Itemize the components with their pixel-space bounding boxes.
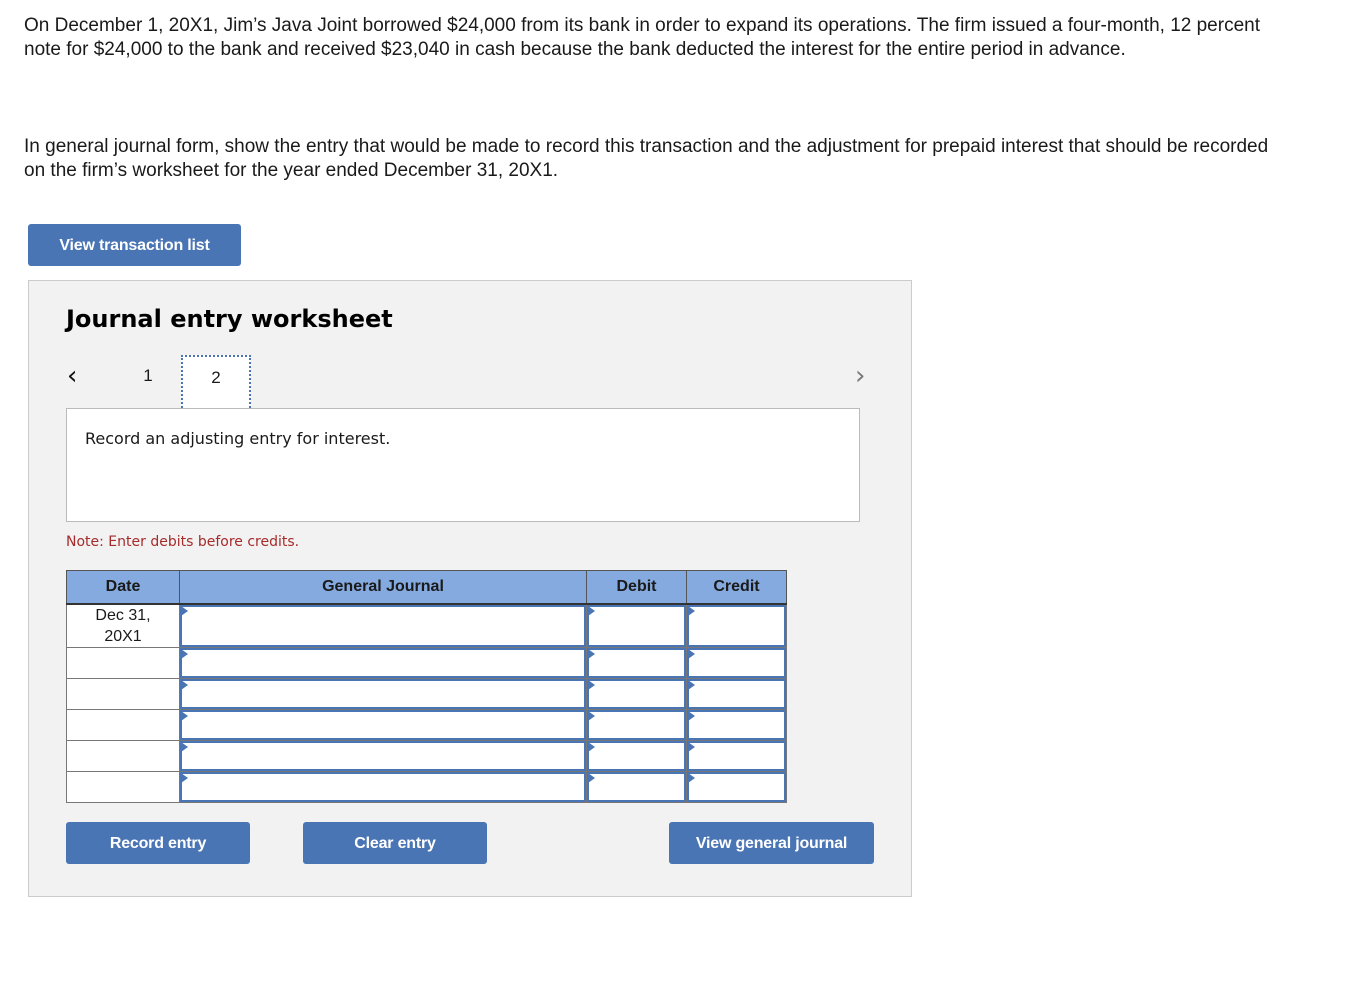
view-transaction-list-button[interactable]: View transaction list: [28, 224, 241, 266]
account-dropdown[interactable]: [180, 709, 586, 740]
note-text: Note: Enter debits before credits.: [66, 534, 300, 550]
date-cell: [66, 677, 180, 710]
tab-entry-2[interactable]: 2: [181, 355, 251, 411]
debit-input[interactable]: [587, 740, 686, 771]
chevron-right-icon[interactable]: ›: [855, 361, 865, 391]
instruction-text: Record an adjusting entry for interest.: [85, 429, 391, 448]
header-debit: Debit: [586, 570, 687, 605]
tab-entry-1[interactable]: 1: [133, 355, 163, 411]
date-cell: [66, 739, 180, 772]
credit-input[interactable]: [687, 678, 786, 709]
problem-paragraph-1: On December 1, 20X1, Jim’s Java Joint bo…: [24, 15, 1260, 60]
clear-entry-button[interactable]: Clear entry: [303, 822, 487, 864]
date-cell: Dec 31, 20X1: [66, 603, 180, 648]
account-dropdown[interactable]: [180, 604, 586, 647]
credit-input[interactable]: [687, 740, 786, 771]
header-general-journal: General Journal: [179, 570, 587, 605]
header-date: Date: [66, 570, 180, 605]
date-cell: [66, 646, 180, 679]
account-dropdown[interactable]: [180, 678, 586, 709]
debit-input[interactable]: [587, 604, 686, 647]
account-dropdown[interactable]: [180, 740, 586, 771]
credit-input[interactable]: [687, 647, 786, 678]
credit-input[interactable]: [687, 709, 786, 740]
journal-table: Date General Journal Debit Credit Dec 31…: [66, 570, 787, 803]
instruction-box: Record an adjusting entry for interest.: [66, 408, 860, 522]
record-entry-button[interactable]: Record entry: [66, 822, 250, 864]
date-cell: [66, 708, 180, 741]
credit-input[interactable]: [687, 771, 786, 802]
debit-input[interactable]: [587, 678, 686, 709]
table-row: [66, 708, 787, 741]
account-dropdown[interactable]: [180, 771, 586, 802]
debit-input[interactable]: [587, 647, 686, 678]
view-general-journal-button[interactable]: View general journal: [669, 822, 874, 864]
table-row: [66, 770, 787, 803]
chevron-left-icon[interactable]: ‹: [67, 361, 77, 391]
table-row: [66, 646, 787, 679]
header-credit: Credit: [686, 570, 787, 605]
table-row: [66, 739, 787, 772]
worksheet-title: Journal entry worksheet: [66, 305, 393, 333]
date-cell: [66, 770, 180, 803]
table-row: Dec 31, 20X1: [66, 603, 787, 648]
debit-input[interactable]: [587, 709, 686, 740]
journal-entry-worksheet-panel: Journal entry worksheet ‹ 1 2 › Record a…: [28, 280, 912, 897]
debit-input[interactable]: [587, 771, 686, 802]
problem-paragraph-2: In general journal form, show the entry …: [24, 136, 1269, 181]
table-row: [66, 677, 787, 710]
credit-input[interactable]: [687, 604, 786, 647]
account-dropdown[interactable]: [180, 647, 586, 678]
